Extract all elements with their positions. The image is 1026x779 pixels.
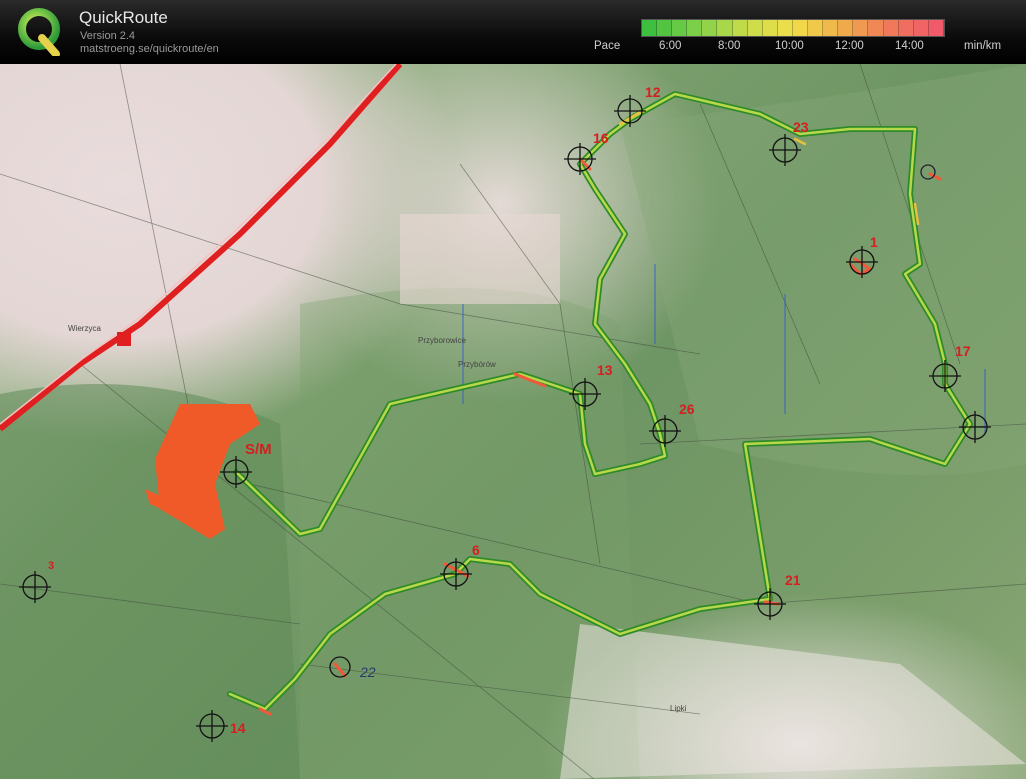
pace-scale-segment <box>672 20 688 36</box>
app-title: QuickRoute <box>79 8 168 27</box>
control-label: 26 <box>679 401 695 417</box>
control-label: 21 <box>785 572 801 588</box>
app-version: Version 2.4 <box>80 30 136 42</box>
pace-scale-segment <box>657 20 673 36</box>
control-label: 14 <box>230 720 246 736</box>
pace-scale-segment <box>898 20 914 36</box>
pace-unit: min/km <box>964 40 1002 52</box>
quickroute-logo-icon <box>18 8 60 56</box>
place-name: Przyborowice <box>418 336 467 345</box>
pace-color-scale <box>641 19 945 37</box>
control-label: 17 <box>955 343 971 359</box>
pace-scale-segment <box>732 20 748 36</box>
pace-scale-segment <box>853 20 869 36</box>
control-label: 3 <box>48 560 55 572</box>
app-header: QuickRoute Version 2.4 matstroeng.se/qui… <box>0 0 1026 64</box>
pace-tick: 12:00 <box>835 40 864 52</box>
map-canvas <box>0 64 1026 779</box>
pace-tick: 8:00 <box>718 40 741 52</box>
pace-scale-segment <box>823 20 839 36</box>
pace-scale-segment <box>792 20 809 36</box>
pace-tick: 10:00 <box>775 40 804 52</box>
control-label: 13 <box>597 362 613 378</box>
pace-scale-segment <box>702 20 718 36</box>
pace-tick: 6:00 <box>659 40 682 52</box>
control-label: 16 <box>593 130 609 146</box>
control-label: 6 <box>472 542 480 558</box>
control-label: 23 <box>793 119 809 135</box>
pace-scale-segment <box>838 20 854 36</box>
orienteering-map[interactable]: S/M 12 16 23 1 17 13 26 6 21 22 14 3 Wie… <box>0 64 1026 779</box>
control-label: 22 <box>360 664 376 680</box>
start-finish-label: S/M <box>245 441 272 458</box>
pace-scale-segment <box>808 20 824 36</box>
pace-label: Pace <box>594 40 621 52</box>
pace-scale-segment <box>913 20 929 36</box>
pace-scale-segment <box>642 20 658 36</box>
pace-tick: 14:00 <box>895 40 924 52</box>
place-name: Lipki <box>670 704 687 713</box>
pace-scale-segment <box>717 20 733 36</box>
place-name: Przybórów <box>458 360 496 369</box>
control-label: 12 <box>645 84 661 100</box>
pace-scale-segment <box>762 20 778 36</box>
pace-scale-segment <box>687 20 703 36</box>
pace-scale-segment <box>777 20 793 36</box>
app-url-link[interactable]: matstroeng.se/quickroute/en <box>80 43 219 55</box>
pace-scale-segment <box>883 20 899 36</box>
pace-scale-segment <box>868 20 884 36</box>
pace-scale-segment <box>928 20 944 36</box>
pace-scale-segment <box>747 20 763 36</box>
place-name: Wierzyca <box>68 324 101 333</box>
control-label: 1 <box>870 234 878 250</box>
